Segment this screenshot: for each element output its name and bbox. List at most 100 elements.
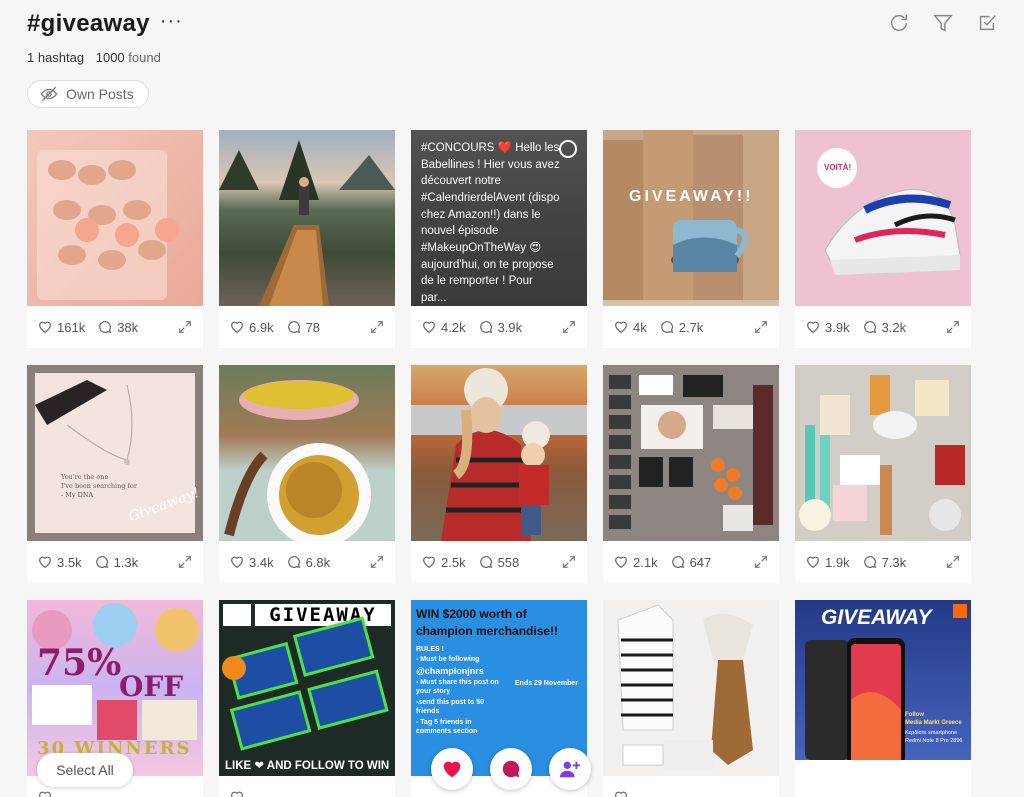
image-text: Redmi Note 8 Pro 2896 [905,738,963,744]
like-count: 3.4k [249,554,274,570]
like-action-button[interactable] [431,748,473,790]
heart-icon [229,789,245,797]
refresh-icon[interactable] [888,12,910,34]
expand-icon[interactable] [753,319,769,335]
post-thumbnail[interactable]: You're the one I've been searching for -… [27,365,203,541]
expand-icon[interactable] [177,319,193,335]
expand-icon[interactable] [945,319,961,335]
post-thumbnail[interactable] [411,365,587,541]
post-thumbnail[interactable] [603,365,779,541]
post-caption: #CONCOURS ❤️ Hello les Babellines ! Hier… [421,142,560,305]
post-card[interactable]: GIVEAWAY LIKE ❤ AND FOLLOW TO WIN [219,600,395,797]
post-thumbnail[interactable] [27,130,203,306]
post-thumbnail[interactable]: GIVEAWAY!! [603,130,779,306]
image-text: OFF [119,670,184,703]
follow-action-button[interactable] [549,748,591,790]
image-text: - Must be following [416,656,480,663]
expand-icon[interactable] [177,554,193,570]
like-count: 3.9k [825,319,850,335]
image-text: VOITÀ! [824,163,852,172]
checkbox-icon[interactable] [976,12,998,34]
post-stats: 4k 2.7k [603,306,779,348]
expand-icon[interactable] [561,319,577,335]
own-posts-label: Own Posts [66,86,134,102]
like-count: 2.1k [633,554,658,570]
own-posts-filter-button[interactable]: Own Posts [27,80,149,108]
post-card[interactable]: VOITÀ! 3.9k 3.2k [795,130,971,348]
post-thumbnail[interactable]: 75% OFF 30 WINNERS [27,600,203,776]
comment-icon [862,319,878,335]
post-card[interactable]: 161k 38k [27,130,203,348]
post-card[interactable]: 2.1k 647 [603,365,779,583]
comment-action-button[interactable] [490,748,532,790]
post-stats: 3.9k 3.2k [795,306,971,348]
heart-icon [421,554,437,570]
select-all-button[interactable]: Select All [37,753,133,787]
post-card[interactable]: GIVEAWAY!! 4k 2.7k [603,130,779,348]
comment-count: 3.9k [497,319,523,335]
image-text: - My DNA [61,491,94,499]
post-thumbnail[interactable]: VOITÀ! [795,130,971,306]
post-stats: 3.4k 6.8k [219,541,395,583]
image-text: LIKE ❤ AND FOLLOW TO WIN [225,760,390,772]
comment-icon [500,758,522,780]
heart-icon [441,758,463,780]
hashtag-count: 1 hashtag [27,50,85,65]
post-thumbnail[interactable]: GIVEAWAY Follow Media Markt Greece Κερδί… [795,600,971,776]
post-stats [795,776,971,797]
image-text: 75% [37,642,122,684]
post-card[interactable] [603,600,779,797]
heart-icon [613,319,629,335]
comment-count: 1.3k [113,554,139,570]
post-card[interactable]: You're the one I've been searching for -… [27,365,203,583]
image-text: @championjnrs [416,666,484,676]
image-text: Κερδίστε smartphone [905,730,958,736]
expand-icon[interactable] [369,319,385,335]
expand-icon[interactable] [369,554,385,570]
post-stats: 1.9k 7.3k [795,541,971,583]
comment-count: 78 [305,319,321,335]
expand-icon[interactable] [753,554,769,570]
comment-count: 38k [117,319,139,335]
like-count: 6.9k [249,319,274,335]
heart-icon [805,554,821,570]
heart-icon [37,319,53,335]
post-card[interactable]: 1.9k 7.3k [795,365,971,583]
comment-icon [670,554,686,570]
image-text: I've been searching for [61,482,137,490]
comment-count: 558 [497,554,520,570]
eye-slash-icon [40,85,58,103]
found-count: 1000 [95,50,125,65]
post-stats: 2.5k 558 [411,541,587,583]
post-thumbnail[interactable]: #CONCOURS ❤️ Hello les Babellines ! Hier… [411,130,587,306]
more-options-button[interactable]: ··· [160,10,183,33]
expand-icon[interactable] [945,554,961,570]
expand-icon[interactable] [561,554,577,570]
comment-icon [94,554,110,570]
like-count: 1.9k [825,554,850,570]
post-card[interactable]: 6.9k 78 [219,130,395,348]
post-card[interactable]: GIVEAWAY Follow Media Markt Greece Κερδί… [795,600,971,797]
comment-icon [478,319,494,335]
post-thumbnail[interactable]: GIVEAWAY LIKE ❤ AND FOLLOW TO WIN [219,600,395,776]
post-card[interactable]: 3.4k 6.8k [219,365,395,583]
select-post-checkbox[interactable] [559,140,577,158]
image-text: - Tag 5 friends in comments section [416,719,478,736]
heart-icon [421,319,437,335]
comment-icon [659,319,675,335]
post-card[interactable]: #CONCOURS ❤️ Hello les Babellines ! Hier… [411,130,587,348]
post-thumbnail[interactable] [795,365,971,541]
comment-count: 6.8k [305,554,331,570]
like-count: 161k [57,319,86,335]
post-thumbnail[interactable] [603,600,779,776]
post-thumbnail[interactable] [219,130,395,306]
found-label: found [128,50,161,65]
filter-icon[interactable] [932,12,954,34]
comment-count: 3.2k [881,319,907,335]
heart-icon [229,319,245,335]
post-thumbnail[interactable] [219,365,395,541]
image-text: Media Markt Greece [905,720,962,726]
heart-icon [229,554,245,570]
image-text: GIVEAWAY!! [629,188,754,205]
post-card[interactable]: 2.5k 558 [411,365,587,583]
